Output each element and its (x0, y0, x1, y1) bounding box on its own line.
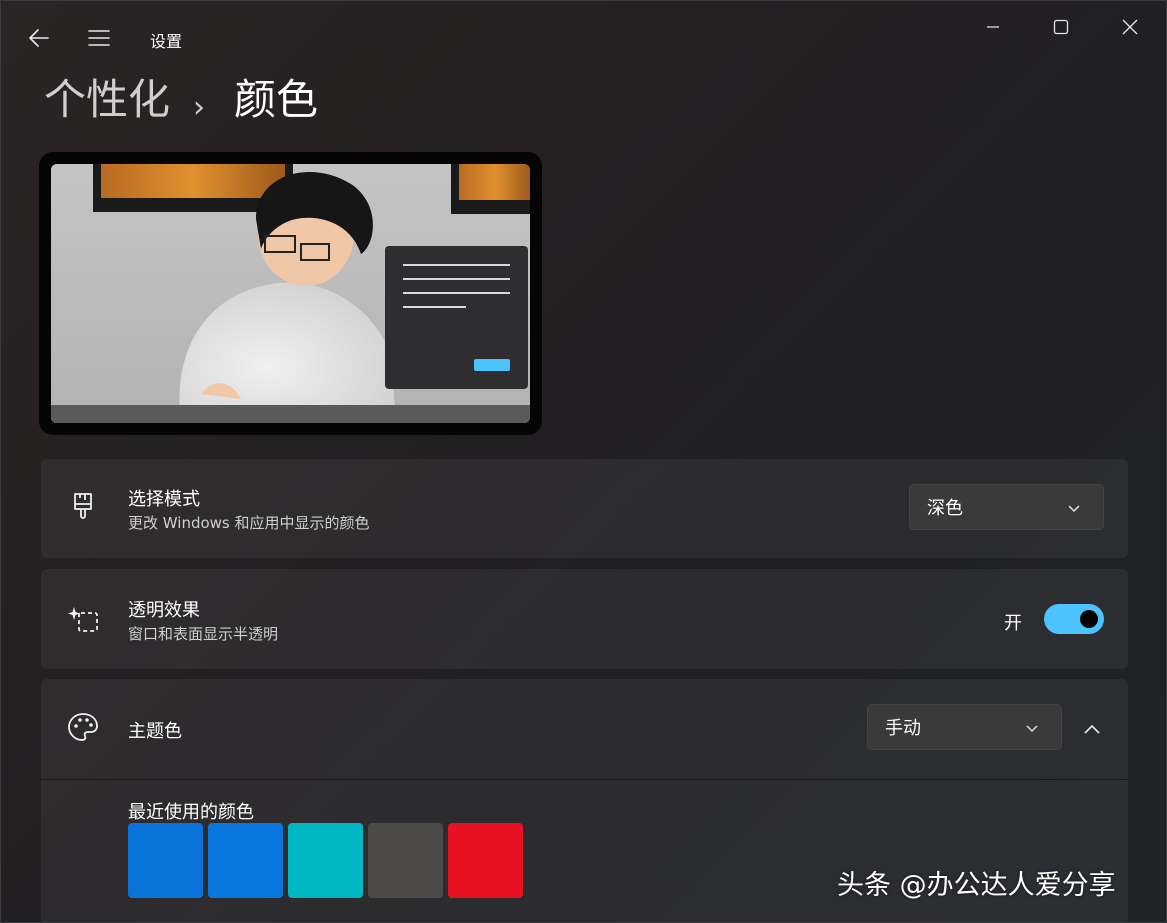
chevron-up-icon[interactable] (1077, 714, 1107, 744)
preview-text-line (403, 306, 466, 308)
app-title: 设置 (150, 32, 183, 51)
recent-color-swatch[interactable] (288, 823, 363, 898)
accent-title: 主题色 (128, 721, 182, 742)
recent-color-swatch[interactable] (368, 823, 443, 898)
mode-setting-card: 选择模式 更改 Windows 和应用中显示的颜色 深色 (41, 459, 1128, 558)
maximize-icon[interactable] (1038, 13, 1084, 41)
mode-subtitle: 更改 Windows 和应用中显示的颜色 (128, 514, 370, 532)
page-title: 颜色 (234, 75, 319, 124)
preview-text-line (403, 278, 510, 280)
preview-dialog (385, 246, 528, 389)
transparency-subtitle: 窗口和表面显示半透明 (128, 625, 279, 643)
transparency-setting-card: 透明效果 窗口和表面显示半透明 开 (41, 569, 1128, 669)
transparency-toggle[interactable] (1044, 604, 1104, 634)
theme-preview (39, 152, 542, 435)
breadcrumb-separator: › (193, 90, 205, 125)
settings-window: 设置 个性化 › 颜色 选择模式 更改 Windows 和应用中显示的颜色 深色… (0, 0, 1167, 923)
back-arrow-icon[interactable] (24, 23, 54, 53)
recent-color-swatch[interactable] (128, 823, 203, 898)
mode-dropdown-value: 深色 (927, 498, 963, 519)
preview-wallpaper (51, 164, 530, 423)
preview-accent-button (474, 359, 510, 371)
preview-text-line (403, 264, 510, 266)
mode-title: 选择模式 (128, 489, 200, 510)
watermark-text: 头条 @办公达人爱分享 (837, 870, 1116, 901)
recent-color-swatch[interactable] (208, 823, 283, 898)
recent-color-swatch[interactable] (448, 823, 523, 898)
hamburger-menu-icon[interactable] (84, 23, 114, 53)
breadcrumb-personalization[interactable]: 个性化 (44, 71, 170, 129)
chevron-down-icon (1067, 499, 1081, 520)
accent-dropdown[interactable]: 手动 (867, 704, 1062, 750)
close-icon[interactable] (1107, 13, 1153, 41)
recent-colors-label: 最近使用的颜色 (128, 802, 254, 823)
transparency-title: 透明效果 (128, 600, 200, 621)
section-divider (41, 779, 1128, 780)
preview-text-line (403, 292, 510, 294)
transparency-state-label: 开 (1004, 613, 1022, 634)
chevron-down-icon (1025, 719, 1039, 740)
minimize-icon[interactable] (970, 13, 1016, 41)
paintbrush-icon (67, 492, 99, 524)
mode-dropdown[interactable]: 深色 (909, 484, 1104, 530)
accent-dropdown-value: 手动 (885, 718, 921, 739)
toggle-knob (1080, 610, 1098, 628)
sparkle-selection-icon (67, 603, 99, 635)
palette-icon (67, 712, 99, 744)
